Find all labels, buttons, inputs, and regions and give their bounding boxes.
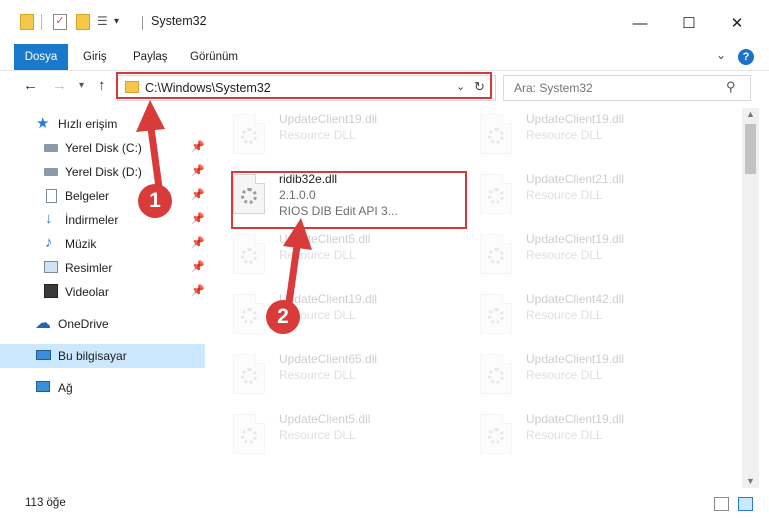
item-count: 113 öğe <box>25 497 66 509</box>
annotation-arrows <box>136 100 312 311</box>
step-badge-2: 2 <box>266 300 300 334</box>
arrow-head-2 <box>283 218 312 250</box>
details-view-icon[interactable] <box>714 497 729 511</box>
tiles-view-icon[interactable] <box>738 497 753 511</box>
arrow-head-1 <box>136 100 165 132</box>
step-badge-1: 1 <box>138 184 172 218</box>
status-bar: 113 öğe <box>0 492 769 524</box>
